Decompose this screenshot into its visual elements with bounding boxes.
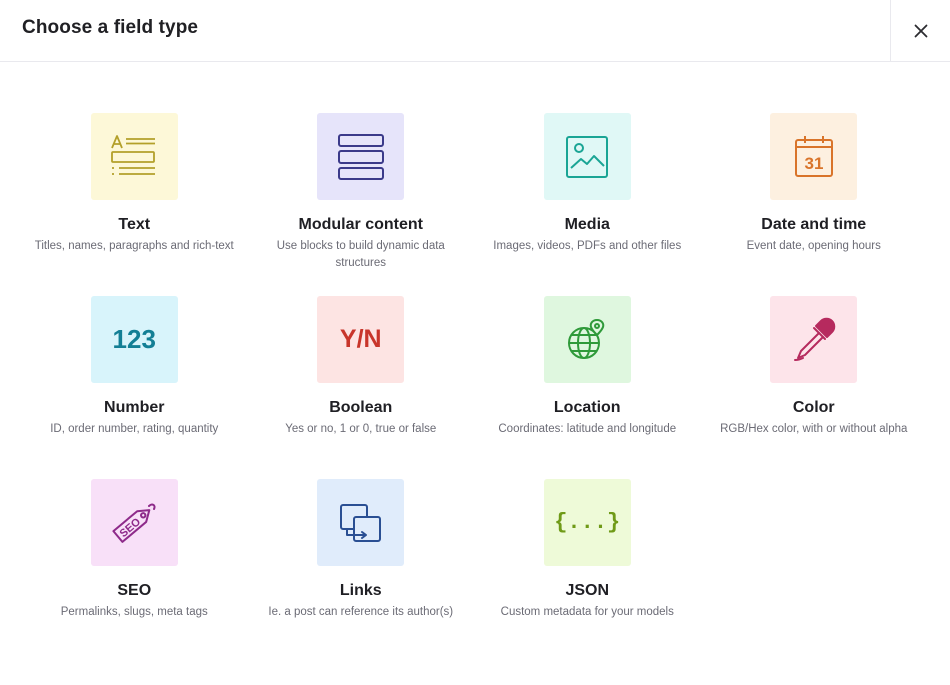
number-icon: 123 (112, 324, 156, 354)
field-type-number[interactable]: 123 Number ID, order number, rating, qua… (21, 296, 248, 479)
page-title: Choose a field type (22, 17, 199, 38)
boolean-icon: Y/N (339, 325, 382, 353)
field-type-tile (317, 479, 405, 566)
field-type-title: SEO (117, 582, 152, 599)
field-type-color[interactable]: Color RGB/Hex color, with or without alp… (701, 296, 928, 479)
field-type-seo[interactable]: SEO SEO Permalinks, slugs, meta tags (21, 479, 248, 662)
field-type-media[interactable]: Media Images, videos, PDFs and other fil… (474, 113, 701, 296)
field-type-tile (770, 296, 858, 383)
image-icon (566, 135, 609, 178)
seo-tag-label: SEO (118, 515, 144, 539)
field-type-title: Modular content (298, 216, 423, 233)
field-type-title: Number (104, 399, 165, 416)
field-type-title: Text (118, 216, 151, 233)
calendar-day-label: 31 (804, 154, 823, 173)
field-type-tile: 123 (90, 296, 178, 383)
blocks-icon (337, 133, 384, 180)
field-type-title: Media (564, 216, 610, 233)
field-type-tile: 31 (770, 113, 858, 200)
json-icon: {...} (554, 510, 621, 535)
field-type-description: Yes or no, 1 or 0, true or false (285, 423, 437, 435)
field-type-description: Event date, opening hours (746, 240, 881, 252)
field-type-description: Custom metadata for your models (500, 606, 674, 618)
field-type-json[interactable]: {...} JSON Custom metadata for your mode… (474, 479, 701, 662)
field-type-tile (317, 113, 405, 200)
eyedropper-icon (793, 317, 835, 361)
field-type-boolean[interactable]: Y/N Boolean Yes or no, 1 or 0, true or f… (248, 296, 475, 479)
field-type-tile: Y/N (317, 296, 405, 383)
field-type-title: Color (792, 399, 835, 416)
field-type-tile: {...} (543, 479, 631, 566)
field-type-title: Boolean (329, 399, 393, 416)
field-type-tile (543, 296, 631, 383)
field-type-text[interactable]: Text Titles, names, paragraphs and rich-… (21, 113, 248, 296)
field-type-title: JSON (565, 582, 610, 599)
field-type-title: Location (553, 399, 621, 416)
seo-tag-icon: SEO (112, 503, 156, 543)
field-type-title: Links (339, 582, 382, 599)
modal-header: Choose a field type (0, 0, 950, 62)
field-type-modular-content[interactable]: Modular content Use blocks to build dyna… (248, 113, 475, 296)
field-type-tile (543, 113, 631, 200)
globe-pin-icon (568, 318, 605, 359)
field-type-links[interactable]: Links Ie. a post can reference its autho… (248, 479, 475, 662)
field-type-description: Ie. a post can reference its author(s) (268, 606, 454, 618)
calendar-icon: 31 (794, 135, 833, 177)
field-type-description: Titles, names, paragraphs and rich-text (34, 240, 234, 252)
field-type-description: Permalinks, slugs, meta tags (60, 606, 208, 618)
field-type-tile: SEO (90, 479, 178, 566)
field-type-tile (90, 113, 178, 200)
field-type-description: ID, order number, rating, quantity (50, 423, 219, 435)
field-type-description: Images, videos, PDFs and other files (493, 240, 682, 252)
close-button[interactable] (890, 0, 950, 62)
field-type-location[interactable]: Location Coordinates: latitude and longi… (474, 296, 701, 479)
links-icon (339, 503, 381, 542)
field-type-title: Date and time (761, 216, 867, 233)
field-type-date-and-time[interactable]: 31 Date and time Event date, opening hou… (701, 113, 928, 296)
text-field-icon (111, 134, 156, 175)
close-icon (914, 24, 927, 38)
field-type-description: Coordinates: latitude and longitude (498, 423, 677, 435)
field-type-grid: Text Titles, names, paragraphs and rich-… (21, 113, 927, 662)
field-type-description: Use blocks to build dynamic data structu… (276, 240, 445, 269)
field-type-description: RGB/Hex color, with or without alpha (720, 423, 908, 435)
